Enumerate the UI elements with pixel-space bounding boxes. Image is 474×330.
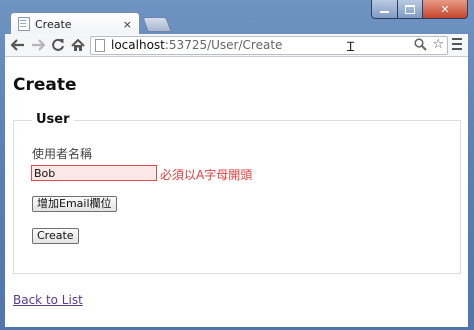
maximize-button[interactable] xyxy=(398,0,423,19)
forward-button[interactable] xyxy=(30,37,46,53)
url-path: :53725/User/Create xyxy=(164,38,283,52)
home-button[interactable] xyxy=(70,37,86,53)
page-title: Create xyxy=(13,75,77,95)
page-icon xyxy=(95,39,105,52)
text-cursor-icon: Ɪ xyxy=(347,40,355,55)
browser-toolbar: localhost:53725/User/Create Ɪ ☆ xyxy=(5,34,468,57)
browser-tab[interactable]: Create × xyxy=(10,12,140,35)
minimize-button[interactable] xyxy=(371,0,398,19)
back-arrow-icon xyxy=(11,39,24,51)
page-favicon-icon xyxy=(18,17,30,31)
add-email-button[interactable]: 增加Email欄位 xyxy=(32,196,117,212)
url-host: localhost xyxy=(111,38,165,52)
close-icon: ✕ xyxy=(440,2,450,16)
create-button[interactable]: Create xyxy=(32,228,79,244)
window-controls: ✕ xyxy=(371,0,468,20)
username-input[interactable] xyxy=(31,165,157,181)
close-window-button[interactable]: ✕ xyxy=(423,0,468,19)
home-icon xyxy=(71,38,85,51)
bookmark-star-icon[interactable]: ☆ xyxy=(432,37,444,52)
page-content: Create User 使用者名稱 必須以A字母開頭 增加Email欄位 Cre… xyxy=(5,57,468,327)
reload-button[interactable] xyxy=(50,37,66,53)
menu-icon[interactable] xyxy=(452,38,462,53)
new-tab-button[interactable] xyxy=(142,17,172,32)
tab-title: Create xyxy=(35,17,72,31)
back-button[interactable] xyxy=(10,37,26,53)
fieldset-legend: User xyxy=(32,112,74,127)
validation-error: 必須以A字母開頭 xyxy=(160,168,253,182)
zoom-icon[interactable] xyxy=(414,38,427,51)
url-text: localhost:53725/User/Create xyxy=(111,38,282,52)
reload-icon xyxy=(52,38,64,51)
back-to-list-link[interactable]: Back to List xyxy=(13,293,83,307)
username-label: 使用者名稱 xyxy=(32,147,93,161)
tab-close-icon[interactable]: × xyxy=(123,18,132,31)
browser-window: ✕ Create × localhost:53725/User/Create Ɪ… xyxy=(0,0,474,330)
user-fieldset: User 使用者名稱 必須以A字母開頭 增加Email欄位 Create xyxy=(13,112,461,274)
maximize-icon xyxy=(405,4,415,14)
address-bar[interactable]: localhost:53725/User/Create Ɪ ☆ xyxy=(90,36,448,55)
forward-arrow-icon xyxy=(32,39,45,51)
minimize-icon xyxy=(380,11,389,13)
